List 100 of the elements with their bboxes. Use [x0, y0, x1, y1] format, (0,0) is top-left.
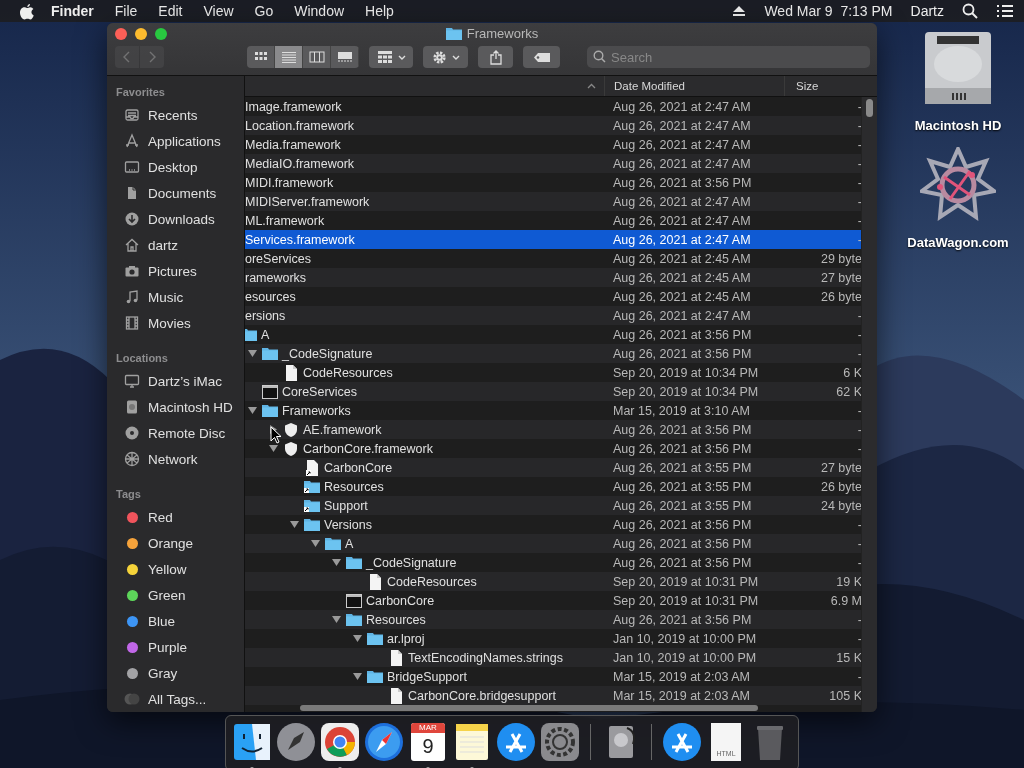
smiling-face-icon[interactable] [232, 722, 272, 762]
file-row[interactable]: CarbonCore Aug 26, 2021 at 3:55 PM 27 byte [245, 458, 862, 477]
menu-item[interactable]: Edit [158, 3, 183, 19]
menu-item[interactable]: Help [365, 3, 394, 19]
folder-icon [325, 537, 341, 550]
sidebar-item[interactable]: Downloads [148, 211, 215, 227]
terminal-icon [262, 384, 278, 399]
list-icon[interactable] [996, 4, 1014, 18]
document-alias-icon [305, 459, 319, 476]
sidebar-item[interactable]: Gray [148, 665, 178, 681]
scroll-thumb[interactable] [300, 705, 758, 711]
sidebar-item[interactable]: Desktop [148, 159, 198, 175]
apple-logo-icon[interactable] [19, 2, 35, 20]
compass-icon[interactable] [364, 722, 404, 762]
file-row[interactable]: Support Aug 26, 2021 at 3:55 PM 24 byte [245, 496, 862, 515]
file-row[interactable]: CarbonCore.bridgesupport Mar 15, 2019 at 2:03 AM 105 K [245, 686, 862, 705]
browser-icon[interactable] [320, 722, 360, 762]
star-pattern-icon[interactable] [920, 147, 996, 223]
app-store-icon[interactable] [496, 722, 536, 762]
search-field[interactable]: Search [587, 46, 870, 68]
menu-item[interactable]: Go [254, 3, 274, 19]
disclosure-triangle-icon[interactable] [353, 672, 362, 681]
file-row[interactable]: Resources Aug 26, 2021 at 3:56 PM - [245, 610, 862, 629]
sidebar-item[interactable]: Movies [148, 315, 191, 331]
globe-icon [124, 451, 140, 467]
date-modified: Mar 15, 2019 at 2:03 AM [613, 688, 750, 703]
calendar-icon[interactable]: MAR 9 [411, 723, 445, 761]
vertical-scrollbar[interactable] [861, 97, 877, 712]
search-icon[interactable] [962, 3, 978, 19]
sidebar-item[interactable]: All Tags... [148, 691, 207, 707]
view-mode-button[interactable] [275, 46, 303, 68]
menu-clock[interactable]: Wed Mar 9 7:13 PM [764, 3, 893, 19]
column-header[interactable]: Size [796, 80, 819, 92]
minimize-button[interactable] [135, 28, 147, 40]
folder-icon [245, 328, 257, 341]
sort-caret-icon[interactable] [587, 83, 596, 89]
column-header[interactable]: Date Modified [614, 80, 685, 92]
file-row[interactable]: _CodeSignature Aug 26, 2021 at 3:56 PM - [245, 344, 862, 363]
disclosure-triangle-icon[interactable] [248, 406, 257, 415]
menu-item[interactable]: File [114, 3, 138, 19]
sidebar-item[interactable]: Blue [148, 613, 176, 629]
file-size: - [857, 346, 862, 361]
disclosure-triangle-icon[interactable] [269, 444, 278, 453]
sidebar-item[interactable]: Red [148, 509, 173, 525]
file-row[interactable]: A Aug 26, 2021 at 3:56 PM - [245, 534, 862, 553]
sidebar-heading: Favorites [116, 85, 166, 100]
file-row[interactable]: MIDIServer.framework Aug 26, 2021 at 2:47 AM - [245, 192, 862, 211]
menu-item[interactable]: Window [294, 3, 345, 19]
sidebar-item[interactable]: Yellow [148, 561, 187, 577]
user-name[interactable]: Dartz [910, 3, 944, 19]
close-button[interactable] [115, 28, 127, 40]
file-row[interactable]: MediaIO.framework Aug 26, 2021 at 2:47 AM - [245, 154, 862, 173]
menu-item[interactable]: View [203, 3, 234, 19]
sidebar-item[interactable]: Green [148, 587, 186, 603]
disclosure-triangle-icon[interactable] [353, 634, 362, 643]
action-button[interactable] [423, 46, 468, 68]
file-row[interactable]: Location.framework Aug 26, 2021 at 2:47 AM - [245, 116, 862, 135]
share-button[interactable] [478, 46, 513, 68]
file-row[interactable]: rameworks Aug 26, 2021 at 2:45 AM 27 byte [245, 268, 862, 287]
rocket-icon[interactable] [276, 722, 316, 762]
eject-icon[interactable] [732, 5, 747, 17]
desktop-icon-label[interactable]: Macintosh HD [914, 118, 1002, 133]
disclosure-triangle-icon[interactable] [332, 615, 341, 624]
scroll-thumb[interactable] [866, 99, 874, 117]
file-row[interactable]: Services.framework Aug 26, 2021 at 2:47 AM - [245, 230, 862, 249]
app-menu[interactable]: Finder [51, 3, 94, 19]
hard-drive-icon[interactable] [923, 30, 993, 106]
caret-icon [397, 54, 406, 60]
date-modified: Jan 10, 2019 at 10:00 PM [613, 650, 757, 665]
sidebar-item[interactable]: Remote Disc [148, 425, 226, 441]
sidebar-item[interactable]: Pictures [148, 263, 197, 279]
file-row[interactable]: CodeResources Sep 20, 2019 at 10:31 PM 19 K [245, 572, 862, 591]
sidebar-item[interactable]: Purple [148, 639, 188, 655]
sidebar-item[interactable]: Music [148, 289, 184, 305]
gear-icon[interactable] [540, 722, 580, 762]
date-modified: Sep 20, 2019 at 10:31 PM [613, 593, 759, 608]
file-row[interactable]: AE.framework Aug 26, 2021 at 3:56 PM - [245, 420, 862, 439]
tag-button[interactable] [523, 46, 560, 68]
sidebar-item[interactable]: Applications [148, 133, 221, 149]
sidebar-item[interactable]: dartz [148, 237, 178, 253]
zoom-button[interactable] [155, 28, 167, 40]
disclosure-triangle-icon[interactable] [311, 539, 320, 548]
file-size: 105 K [829, 688, 862, 703]
desktop-icon-label[interactable]: DataWagon.com [907, 235, 1009, 250]
file-row[interactable]: ersions Aug 26, 2021 at 2:47 AM - [245, 306, 862, 325]
file-size: - [857, 536, 862, 551]
sidebar-item[interactable]: Network [148, 451, 198, 467]
disclosure-triangle-icon[interactable] [290, 520, 299, 529]
shield-icon [283, 440, 299, 457]
disclosure-triangle-icon[interactable] [332, 558, 341, 567]
sidebar-item[interactable]: Orange [148, 535, 194, 551]
file-row[interactable]: TextEncodingNames.strings Jan 10, 2019 at 10:00 PM 15 K [245, 648, 862, 667]
disclosure-triangle-icon[interactable] [248, 349, 257, 358]
sidebar-item[interactable]: Recents [148, 107, 198, 123]
file-row[interactable]: CoreServices Sep 20, 2019 at 10:34 PM 62 K [245, 382, 862, 401]
sidebar-item[interactable]: Macintosh HD [148, 399, 233, 415]
sidebar-item[interactable]: Dartz’s iMac [148, 373, 222, 389]
sidebar-item[interactable]: Documents [148, 185, 217, 201]
group-by-button[interactable] [369, 46, 413, 68]
app-store-icon[interactable] [662, 722, 702, 762]
